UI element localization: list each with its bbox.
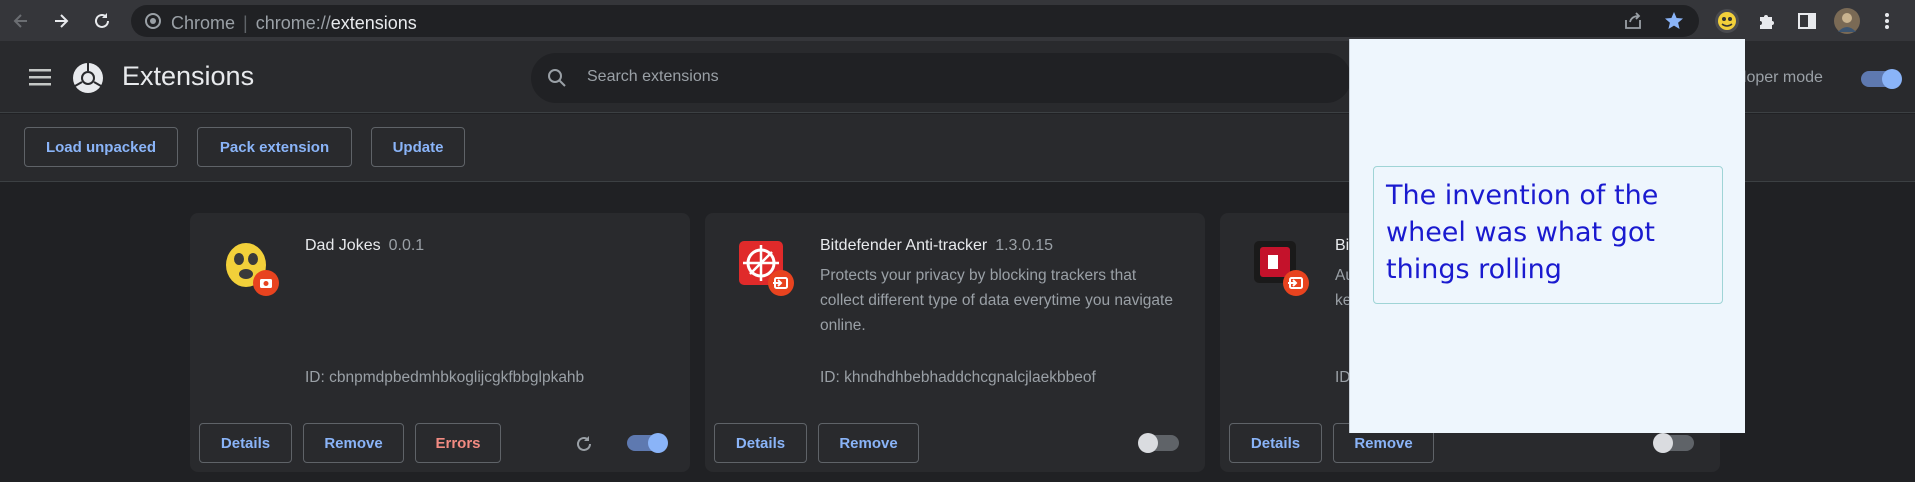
update-button[interactable]: Update: [371, 127, 465, 167]
reload-extension-icon[interactable]: [574, 434, 594, 459]
developer-mode-toggle[interactable]: [1861, 69, 1902, 89]
extension-name-text: Bitdefender Anti-tracker: [820, 237, 988, 254]
bookmark-star-icon[interactable]: [1664, 11, 1684, 36]
extension-name-text: Dad Jokes: [305, 237, 381, 254]
address-bar[interactable]: Chrome | chrome://extensions: [131, 5, 1699, 37]
enable-toggle[interactable]: [627, 433, 668, 453]
extension-card-bitdefender: Bitdefender Anti-tracker 1.3.0.15 Protect…: [705, 213, 1205, 472]
url-host: extensions: [330, 13, 417, 33]
bitdefender-icon: [737, 239, 794, 296]
browser-toolbar: Chrome | chrome://extensions: [0, 0, 1915, 41]
remove-button[interactable]: Remove: [303, 423, 404, 463]
page-title: Extensions: [122, 61, 255, 91]
search-icon: [547, 68, 567, 93]
share-icon[interactable]: [1623, 12, 1643, 35]
extension-description: Protects your privacy by blocking tracke…: [820, 267, 1173, 334]
developer-mode-label: eloper mode: [1734, 69, 1823, 86]
joke-text: The invention of the wheel was what got …: [1373, 166, 1723, 304]
dad-jokes-icon: [222, 239, 279, 296]
dad-jokes-popup: The invention of the wheel was what got …: [1349, 39, 1745, 433]
details-button[interactable]: Details: [1229, 423, 1322, 463]
chrome-icon: [145, 13, 161, 34]
side-panel-icon[interactable]: [1794, 8, 1820, 34]
site-scheme: Chrome: [171, 13, 236, 33]
search-extensions-input[interactable]: Search extensions: [531, 53, 1351, 103]
extension-version: 0.0.1: [388, 237, 425, 254]
extension-version: 1.3.0.15: [995, 237, 1054, 254]
separator: |: [243, 13, 248, 33]
extension-id: ID: cbnpmdpbedmhbkoglijcgkfbbglpkahb: [305, 369, 585, 386]
more-menu-icon[interactable]: [1874, 8, 1900, 34]
extension-name: Bitdefender Anti-tracker 1.3.0.15: [820, 237, 1053, 255]
details-button[interactable]: Details: [714, 423, 807, 463]
hamburger-menu-icon[interactable]: [29, 68, 53, 91]
details-button[interactable]: Details: [199, 423, 292, 463]
forward-button[interactable]: [48, 8, 74, 34]
pack-extension-button[interactable]: Pack extension: [197, 127, 352, 167]
remove-button[interactable]: Remove: [818, 423, 919, 463]
reload-button[interactable]: [89, 8, 115, 34]
extensions-puzzle-icon[interactable]: [1754, 8, 1780, 34]
back-button[interactable]: [8, 8, 34, 34]
extension-3-icon: [1252, 239, 1309, 296]
enable-toggle[interactable]: [1138, 433, 1179, 453]
errors-button[interactable]: Errors: [415, 423, 501, 463]
profile-avatar[interactable]: [1834, 8, 1860, 34]
dad-jokes-extension-icon[interactable]: [1714, 8, 1740, 34]
extension-card-dad-jokes: Dad Jokes 0.0.1 ID: cbnpmdpbedmhbkoglijcg…: [190, 213, 690, 472]
extension-id: ID: khndhdhbebhaddchcgnalcjlaekbbeof: [820, 369, 1096, 386]
search-placeholder: Search extensions: [587, 68, 719, 85]
address-text: Chrome | chrome://extensions: [171, 13, 417, 34]
url-prefix: chrome://: [255, 13, 331, 33]
extension-name: Bi: [1335, 237, 1349, 255]
extension-name-text: Bi: [1335, 237, 1350, 254]
load-unpacked-button[interactable]: Load unpacked: [24, 127, 178, 167]
enable-toggle[interactable]: [1653, 433, 1694, 453]
chrome-logo-icon: [72, 62, 104, 99]
extension-name: Dad Jokes 0.0.1: [305, 237, 424, 255]
